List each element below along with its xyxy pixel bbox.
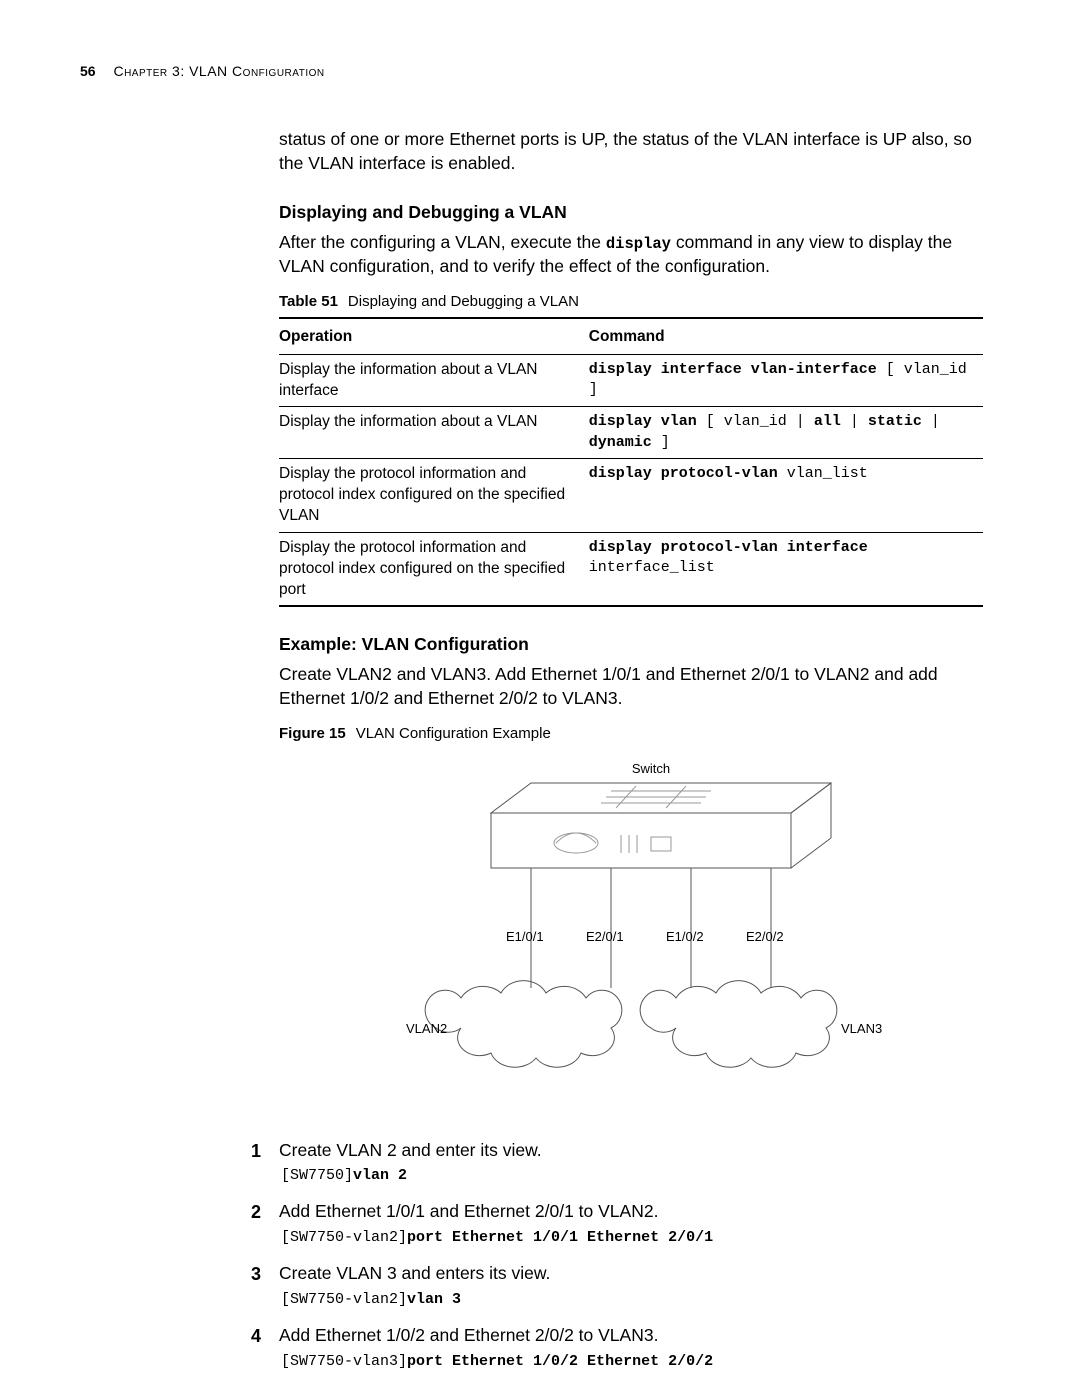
label-port-e102: E1/0/2 — [666, 929, 704, 944]
step-cli: [SW7750]vlan 2 — [281, 1166, 983, 1186]
table-cell-command: display interface vlan-interface [ vlan_… — [589, 354, 983, 407]
step-cli: [SW7750-vlan2]port Ethernet 1/0/1 Ethern… — [281, 1228, 983, 1248]
step-text: Add Ethernet 1/0/1 and Ethernet 2/0/1 to… — [279, 1201, 658, 1221]
table-caption: Table 51 Displaying and Debugging a VLAN — [279, 292, 983, 312]
label-vlan3: VLAN3 — [841, 1021, 882, 1036]
figure-caption-text: VLAN Configuration Example — [356, 725, 551, 742]
step-number: 2 — [251, 1200, 261, 1224]
th-command: Command — [589, 318, 983, 354]
table-row: Display the information about a VLAN int… — [279, 354, 983, 407]
label-vlan2: VLAN2 — [406, 1021, 447, 1036]
figure-area: Switch — [279, 753, 983, 1123]
display-paragraph-pre: After the configuring a VLAN, execute th… — [279, 232, 606, 252]
figure-caption-label: Figure 15 — [279, 725, 346, 742]
step-number: 4 — [251, 1324, 261, 1348]
step-number: 3 — [251, 1262, 261, 1286]
step-text: Create VLAN 2 and enter its view. — [279, 1140, 542, 1160]
step-cli: [SW7750-vlan3]port Ethernet 1/0/2 Ethern… — [281, 1352, 983, 1372]
chapter-title: Chapter 3: VLAN Configuration — [113, 63, 324, 79]
page-number: 56 — [80, 63, 96, 79]
step-text: Add Ethernet 1/0/2 and Ethernet 2/0/2 to… — [279, 1325, 658, 1345]
table-row: Display the protocol information and pro… — [279, 458, 983, 532]
intro-paragraph: status of one or more Ethernet ports is … — [279, 128, 983, 175]
label-switch: Switch — [632, 761, 670, 776]
step-cli: [SW7750-vlan2]vlan 3 — [281, 1290, 983, 1310]
table-cell-command: display protocol-vlan vlan_list — [589, 458, 983, 532]
table-row: Display the information about a VLANdisp… — [279, 407, 983, 459]
table-caption-label: Table 51 — [279, 293, 338, 310]
command-table: Operation Command Display the informatio… — [279, 317, 983, 608]
section-heading-example: Example: VLAN Configuration — [279, 633, 983, 657]
steps-list: 1Create VLAN 2 and enter its view.[SW775… — [279, 1139, 983, 1373]
label-port-e201: E2/0/1 — [586, 929, 624, 944]
table-cell-command: display vlan [ vlan_id | all | static | … — [589, 407, 983, 459]
display-paragraph: After the configuring a VLAN, execute th… — [279, 231, 983, 279]
inline-code-display: display — [606, 235, 671, 253]
table-cell-command: display protocol-vlan interface interfac… — [589, 532, 983, 606]
page-content: status of one or more Ethernet ports is … — [279, 128, 983, 1386]
step-number: 1 — [251, 1139, 261, 1163]
label-port-e101: E1/0/1 — [506, 929, 544, 944]
step-item: 2Add Ethernet 1/0/1 and Ethernet 2/0/1 t… — [279, 1200, 983, 1248]
step-text: Create VLAN 3 and enters its view. — [279, 1263, 550, 1283]
label-port-e202: E2/0/2 — [746, 929, 784, 944]
step-item: 4Add Ethernet 1/0/2 and Ethernet 2/0/2 t… — [279, 1324, 983, 1372]
example-paragraph: Create VLAN2 and VLAN3. Add Ethernet 1/0… — [279, 663, 983, 710]
section-heading-display: Displaying and Debugging a VLAN — [279, 201, 983, 225]
table-cell-operation: Display the protocol information and pro… — [279, 532, 589, 606]
vlan-diagram: Switch — [351, 753, 911, 1123]
figure-caption: Figure 15 VLAN Configuration Example — [279, 724, 983, 744]
table-cell-operation: Display the information about a VLAN int… — [279, 354, 589, 407]
page-header: 56 Chapter 3: VLAN Configuration — [80, 62, 1000, 81]
step-item: 3Create VLAN 3 and enters its view.[SW77… — [279, 1262, 983, 1310]
table-row: Display the protocol information and pro… — [279, 532, 983, 606]
step-item: 1Create VLAN 2 and enter its view.[SW775… — [279, 1139, 983, 1187]
th-operation: Operation — [279, 318, 589, 354]
table-cell-operation: Display the information about a VLAN — [279, 407, 589, 459]
table-caption-text: Displaying and Debugging a VLAN — [348, 293, 579, 310]
table-cell-operation: Display the protocol information and pro… — [279, 458, 589, 532]
